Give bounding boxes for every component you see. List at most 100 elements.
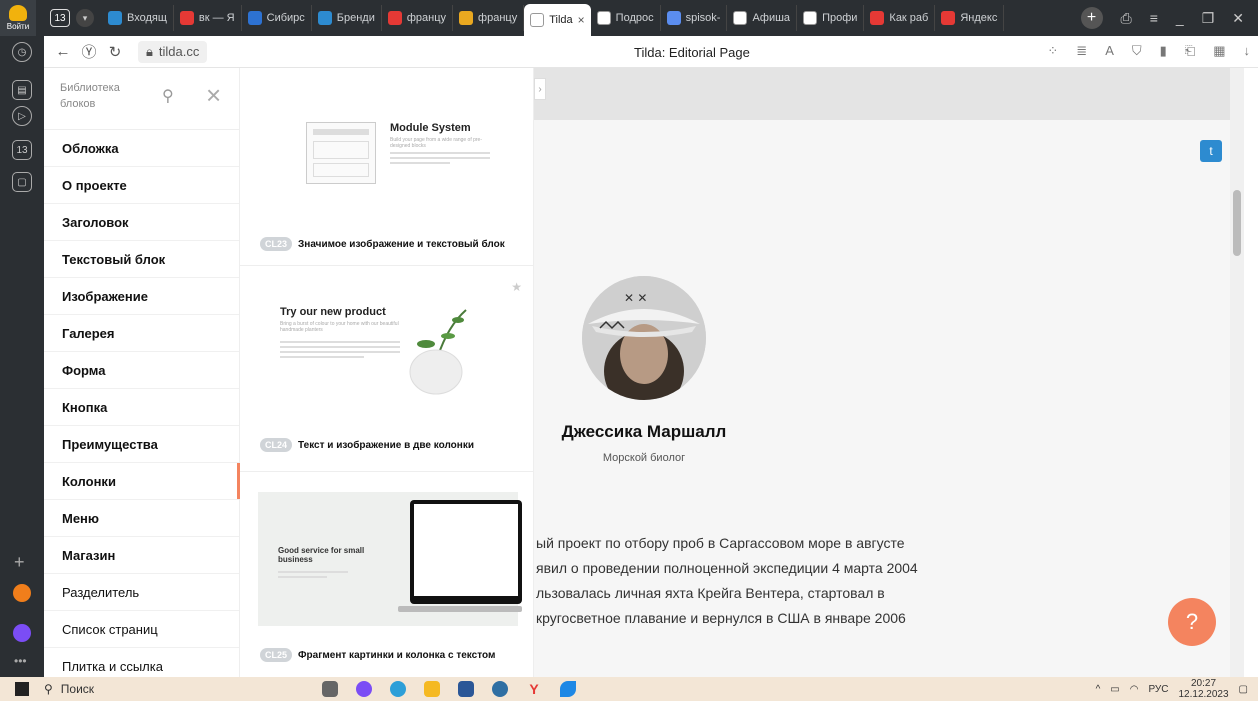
reload-button[interactable]: ↻ <box>102 43 128 61</box>
help-button[interactable]: ? <box>1168 598 1216 646</box>
system-tray: ^ ▭ ◠ РУС 20:27 12.12.2023 ▢ <box>1096 678 1258 700</box>
protect-icon[interactable]: ⛉ <box>1132 43 1142 59</box>
browser-tab[interactable]: Как раб <box>864 5 936 31</box>
category-item[interactable]: Разделитель <box>44 574 239 611</box>
browser-tab[interactable]: spisok- <box>661 5 728 31</box>
star-icon[interactable]: ★ <box>511 280 522 294</box>
category-item[interactable]: Обложка <box>44 130 239 167</box>
wifi-icon[interactable]: ◠ <box>1130 684 1139 695</box>
category-item[interactable]: Галерея <box>44 315 239 352</box>
word-icon[interactable] <box>458 681 474 697</box>
scrollbar-thumb[interactable] <box>1233 190 1241 256</box>
browser-tab[interactable]: Профи <box>797 5 865 31</box>
category-item[interactable]: Преимущества <box>44 426 239 463</box>
collections-button-icon[interactable]: ⎗ <box>1185 43 1195 59</box>
category-item[interactable]: Изображение <box>44 278 239 315</box>
account-button[interactable]: Войти <box>0 0 36 36</box>
browser-tab[interactable]: Бренди <box>312 5 382 31</box>
browser-tab[interactable]: Входящ <box>102 5 174 31</box>
category-item[interactable]: О проекте <box>44 167 239 204</box>
url-field[interactable]: 🔒︎ tilda.cc <box>138 40 208 63</box>
reader-icon[interactable]: ⁘ <box>1047 43 1058 59</box>
category-item[interactable]: Форма <box>44 352 239 389</box>
category-item[interactable]: Текстовый блок <box>44 241 239 278</box>
clock[interactable]: 20:27 12.12.2023 <box>1178 678 1228 700</box>
category-item[interactable]: Заголовок <box>44 204 239 241</box>
menu-icon[interactable]: ≡ <box>1150 10 1158 26</box>
category-item[interactable]: Магазин <box>44 537 239 574</box>
yandex-icon[interactable]: Ⓨ <box>76 41 102 62</box>
twitter-icon[interactable]: t <box>1200 140 1222 162</box>
search-icon[interactable]: ⚲ <box>162 86 174 106</box>
new-tab-button[interactable]: + <box>1080 7 1103 29</box>
device-icon[interactable]: ▢ <box>12 172 32 192</box>
browser-tab[interactable]: францу <box>382 5 454 31</box>
browser-tab[interactable]: Сибирс <box>242 5 312 31</box>
add-panel-icon[interactable]: + <box>14 552 25 573</box>
yandex-browser-icon[interactable]: Y <box>526 681 542 697</box>
page-title: Tilda: Editorial Page <box>634 45 750 60</box>
lang-indicator[interactable]: РУС <box>1148 684 1168 695</box>
translate-icon[interactable]: A <box>1105 43 1114 59</box>
more-icon[interactable]: ••• <box>14 654 27 668</box>
category-item[interactable]: Кнопка <box>44 389 239 426</box>
category-item[interactable]: Колонки <box>44 463 240 500</box>
extension-icon[interactable]: ▦ <box>1213 43 1225 59</box>
close-icon[interactable]: × <box>206 80 221 111</box>
tab-label: Tilda <box>549 14 573 26</box>
category-item[interactable]: Меню <box>44 500 239 537</box>
block-card-cl23[interactable]: Module System Build your page from a wid… <box>240 76 533 266</box>
collections-icon[interactable]: ▤ <box>12 80 32 100</box>
battery-icon[interactable]: ▭ <box>1110 684 1119 695</box>
task-view-icon[interactable] <box>322 681 338 697</box>
collapse-panel-button[interactable]: › <box>534 78 546 100</box>
minimize-button[interactable]: _ <box>1176 10 1184 26</box>
preview-title: Good service for small business <box>278 546 365 564</box>
module-system-illustration <box>306 122 376 184</box>
plant-illustration <box>408 306 470 396</box>
taskbar-search[interactable]: ⚲ Поиск <box>44 682 274 696</box>
block-card-cl24[interactable]: ★ Try our new product Bring a burst of c… <box>240 266 533 472</box>
restore-button[interactable]: ❐ <box>1202 10 1215 27</box>
laptop-base <box>398 606 522 612</box>
play-icon[interactable]: ▷ <box>12 106 32 126</box>
category-item[interactable]: Плитка и ссылка <box>44 648 239 677</box>
file-explorer-icon[interactable] <box>424 681 440 697</box>
browser-tab[interactable]: Яндекс <box>935 5 1005 31</box>
tab-count-badge[interactable]: 13 <box>50 9 70 27</box>
close-tab-icon[interactable]: × <box>578 13 585 27</box>
messenger-icon[interactable] <box>492 681 508 697</box>
block-label: CL24 Текст и изображение в две колонки <box>260 438 474 452</box>
alice-icon[interactable] <box>13 624 31 642</box>
alice-taskbar-icon[interactable] <box>356 681 372 697</box>
close-window-button[interactable]: ✕ <box>1232 10 1244 27</box>
tab-favicon-icon <box>530 13 545 27</box>
tab-label: Яндекс <box>960 12 998 24</box>
category-item[interactable]: Список страниц <box>44 611 239 648</box>
windows-start-button[interactable] <box>0 682 44 696</box>
history-icon[interactable]: ◷ <box>12 42 32 62</box>
bookmark-icon[interactable]: ⎙ <box>1121 10 1132 27</box>
browser-tab[interactable]: вк — Я <box>174 5 242 31</box>
person-name: Джессика Маршалл <box>561 422 727 441</box>
edge-icon[interactable] <box>390 681 406 697</box>
calendar-icon[interactable]: 13 <box>12 140 32 160</box>
browser-tab[interactable]: Афиша <box>727 5 798 31</box>
scrollbar[interactable] <box>1230 68 1244 677</box>
yandex-app-icon[interactable] <box>13 584 31 602</box>
bio-line: явил о проведении полноценной экспедиции… <box>536 560 918 576</box>
tray-expand-icon[interactable]: ^ <box>1096 684 1101 695</box>
pen-app-icon[interactable] <box>560 681 576 697</box>
download-icon[interactable]: ↓ <box>1244 43 1251 59</box>
bookmark-flag-icon[interactable]: ▮ <box>1160 43 1167 59</box>
notifications-icon[interactable]: ▢ <box>1239 684 1248 695</box>
back-button[interactable]: ← <box>50 43 76 60</box>
chevron-down-icon[interactable]: ▾ <box>76 9 94 27</box>
account-avatar-icon <box>9 5 27 21</box>
read-mode-icon[interactable]: ≣ <box>1076 43 1087 59</box>
browser-tab[interactable]: францу <box>453 5 525 31</box>
browser-tab[interactable]: Подрос <box>591 5 661 31</box>
avatar: ✕ ✕ <box>582 276 706 400</box>
block-card-cl25[interactable]: Good service for small business CL25 Фра… <box>240 472 533 677</box>
browser-tab[interactable]: Tilda × <box>524 4 591 36</box>
